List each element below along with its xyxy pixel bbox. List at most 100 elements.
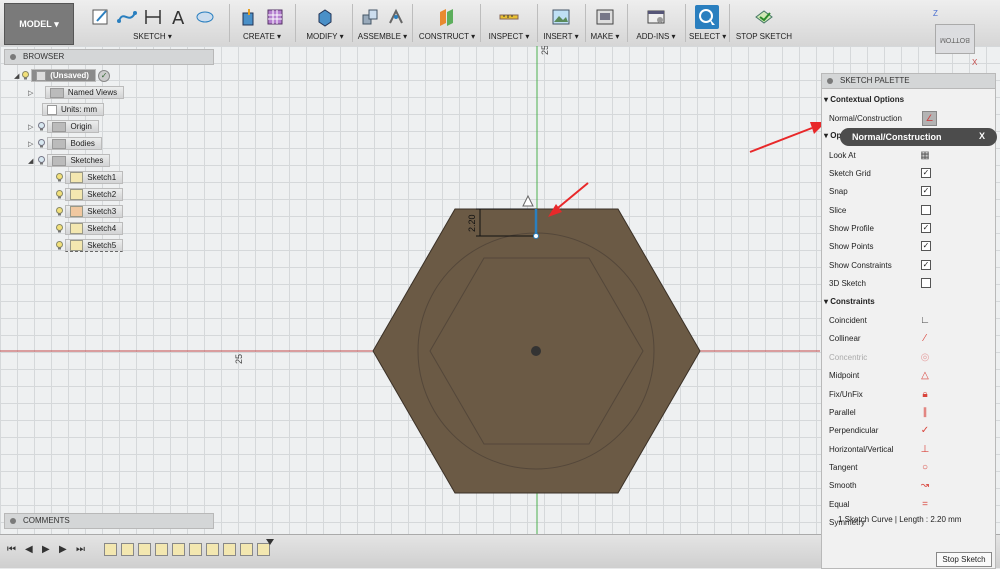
constraint-marker[interactable]	[522, 194, 534, 207]
origin-chip[interactable]: Origin	[47, 120, 99, 133]
browser-item-sketch4[interactable]: Sketch4	[56, 222, 124, 235]
expand-triangle-icon[interactable]: ▷	[28, 89, 36, 97]
stop-sketch-button[interactable]: Stop Sketch	[936, 552, 992, 567]
midpoint-icon[interactable]: △	[919, 370, 931, 381]
browser-item-sketches[interactable]: ◢ Sketches	[28, 154, 111, 167]
panel-grip-icon[interactable]	[10, 518, 16, 524]
timeline-feature-icon[interactable]	[223, 543, 236, 556]
constraint-horizontal-vertical[interactable]: Horizontal/Vertical ⊥	[829, 440, 989, 458]
option-snap[interactable]: Snap ✓	[829, 182, 989, 200]
visibility-bulb-icon[interactable]	[38, 156, 46, 165]
look-at-icon[interactable]: ▦	[919, 150, 931, 161]
timeline-feature-icon[interactable]	[121, 543, 134, 556]
constraint-parallel[interactable]: Parallel ∥	[829, 403, 989, 421]
browser-root[interactable]: ◢ (Unsaved) ✓	[14, 69, 111, 82]
equal-icon[interactable]: =	[919, 499, 931, 510]
timeline-feature-icon[interactable]	[104, 543, 117, 556]
sketches-chip[interactable]: Sketches	[47, 154, 111, 167]
browser-item-sketch1[interactable]: Sketch1	[56, 171, 124, 184]
visibility-bulb-icon[interactable]	[38, 139, 46, 148]
constraint-smooth[interactable]: Smooth ↝	[829, 476, 989, 494]
text-icon[interactable]: A	[169, 7, 189, 27]
parallel-icon[interactable]: ∥	[919, 407, 931, 418]
root-component-chip[interactable]: (Unsaved)	[31, 69, 96, 82]
sketch-chip[interactable]: Sketch5	[65, 239, 124, 252]
constraint-midpoint[interactable]: Midpoint △	[829, 366, 989, 384]
constraint-collinear[interactable]: Collinear ⁄	[829, 329, 989, 347]
visibility-bulb-icon[interactable]	[56, 173, 63, 182]
3d-sketch-checkbox[interactable]	[921, 278, 931, 288]
snap-checkbox[interactable]: ✓	[921, 186, 931, 196]
lock-icon[interactable]: 🔒︎	[919, 389, 931, 400]
timeline-feature-icon[interactable]	[206, 543, 219, 556]
tooltip-close-button[interactable]: X	[979, 131, 985, 141]
timeline-feature-icon[interactable]	[138, 543, 151, 556]
collapse-triangle-icon[interactable]: ◢	[14, 72, 22, 80]
stop-sketch-group[interactable]: STOP SKETCH	[734, 4, 794, 44]
spline-icon[interactable]	[116, 7, 137, 27]
browser-header[interactable]: BROWSER	[4, 49, 214, 65]
constraint-coincident[interactable]: Coincident ∟	[829, 311, 989, 329]
show-points-checkbox[interactable]: ✓	[921, 241, 931, 251]
smooth-icon[interactable]: ↝	[919, 480, 931, 491]
press-pull-icon[interactable]	[315, 7, 335, 27]
origin-point[interactable]	[531, 346, 541, 356]
contextual-options-heading[interactable]: ▾ Contextual Options	[824, 95, 904, 104]
browser-item-origin[interactable]: ▷ Origin	[28, 120, 99, 133]
option-slice[interactable]: Slice	[829, 201, 989, 219]
constraints-heading[interactable]: ▾ Constraints	[824, 297, 875, 306]
show-profile-checkbox[interactable]: ✓	[921, 223, 931, 233]
inspect-group[interactable]: INSPECT ▾	[484, 4, 534, 44]
sketch-group[interactable]: A SKETCH ▾	[80, 4, 225, 44]
browser-item-bodies[interactable]: ▷ Bodies	[28, 137, 102, 150]
show-constraints-checkbox[interactable]: ✓	[921, 260, 931, 270]
horizontal-vertical-icon[interactable]: ⊥	[919, 444, 931, 455]
form-icon[interactable]	[265, 7, 285, 27]
constraint-fix-unfix[interactable]: Fix/UnFix 🔒︎	[829, 385, 989, 403]
joint-icon[interactable]	[386, 7, 406, 27]
timeline-marker-icon[interactable]	[266, 539, 274, 545]
sketch-chip[interactable]: Sketch2	[65, 188, 124, 201]
create-group[interactable]: CREATE ▾	[234, 4, 290, 44]
dimension-icon[interactable]	[143, 7, 163, 27]
units-chip[interactable]: Units: mm	[42, 103, 104, 116]
expand-triangle-icon[interactable]: ▷	[28, 123, 36, 131]
construct-group[interactable]: CONSTRUCT ▾	[418, 4, 476, 44]
visibility-bulb-icon[interactable]	[56, 207, 63, 216]
constraint-perpendicular[interactable]: Perpendicular ✓	[829, 421, 989, 439]
workspace-menu-button[interactable]: MODEL ▾	[4, 3, 74, 45]
option-show-constraints[interactable]: Show Constraints ✓	[829, 256, 989, 274]
browser-item-named-views[interactable]: ▷ Named Views	[28, 86, 125, 99]
create-sketch-icon[interactable]	[91, 7, 111, 27]
panel-grip-icon[interactable]	[827, 78, 833, 84]
tangent-icon[interactable]: ○	[919, 462, 931, 473]
visibility-bulb-icon[interactable]	[38, 122, 46, 131]
dimension-value[interactable]: 2.20	[467, 214, 477, 232]
visibility-bulb-icon[interactable]	[22, 71, 29, 80]
named-views-chip[interactable]: Named Views	[44, 86, 125, 99]
view-cube[interactable]: BOTTOM	[935, 24, 975, 54]
sketch-palette-header[interactable]: SKETCH PALETTE	[822, 74, 995, 89]
normal-construction-row[interactable]: Normal/Construction ∠	[829, 109, 989, 127]
perpendicular-icon[interactable]: ✓	[919, 425, 931, 436]
timeline-start-icon[interactable]: ⏮	[7, 544, 16, 555]
timeline-feature-icon[interactable]	[155, 543, 168, 556]
sketch-chip[interactable]: Sketch3	[65, 205, 124, 218]
timeline-feature-icon[interactable]	[172, 543, 185, 556]
sketch-chip[interactable]: Sketch1	[65, 171, 124, 184]
add-ins-group[interactable]: ADD-INS ▾	[631, 4, 681, 44]
coincident-icon[interactable]: ∟	[919, 315, 931, 326]
timeline-end-icon[interactable]: ⏭	[76, 544, 85, 555]
sketch-point[interactable]	[533, 233, 539, 239]
visibility-bulb-icon[interactable]	[56, 224, 63, 233]
timeline-forward-icon[interactable]: ▶	[59, 544, 67, 555]
insert-image-icon[interactable]	[551, 7, 571, 27]
collinear-icon[interactable]: ⁄	[919, 333, 931, 344]
browser-item-sketch3[interactable]: Sketch3	[56, 205, 124, 218]
collapse-triangle-icon[interactable]: ◢	[28, 157, 36, 165]
sketch-grid-checkbox[interactable]: ✓	[921, 168, 931, 178]
offset-plane-icon[interactable]	[437, 7, 457, 27]
timeline-feature-icon[interactable]	[189, 543, 202, 556]
select-group[interactable]: SELECT ▾	[689, 4, 726, 44]
new-component-icon[interactable]	[360, 7, 380, 27]
